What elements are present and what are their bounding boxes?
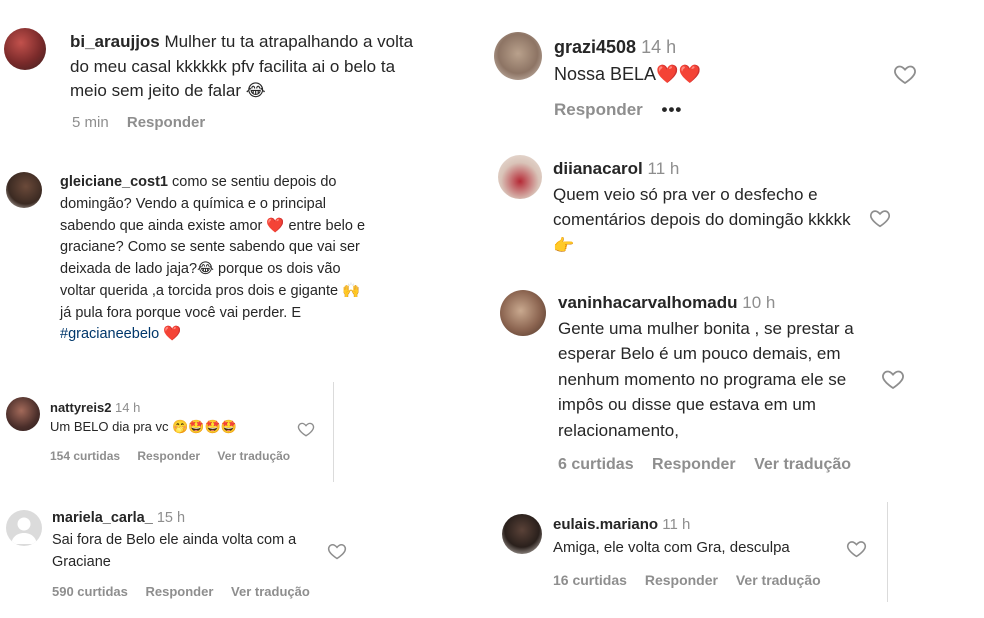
more-options-button[interactable]: ••• [662, 100, 683, 119]
comment-text: Gente uma mulher bonita , se prestar a e… [558, 318, 854, 440]
comment-time: 10 h [742, 293, 776, 312]
reply-button[interactable]: Responder [645, 572, 718, 588]
comment-time: 5 min [72, 114, 109, 131]
thread-divider [887, 502, 888, 602]
comment-meta: 5 min Responder [72, 114, 219, 131]
reply-button[interactable]: Responder [146, 584, 214, 599]
comment-meta: 6 curtidas Responder Ver tradução [558, 456, 865, 474]
heart-emoji: ❤️ [163, 326, 182, 343]
heart-outline-icon[interactable] [869, 207, 891, 229]
reply-button[interactable]: Responder [137, 449, 200, 463]
avatar[interactable] [4, 28, 46, 70]
comment-text: Um BELO dia pra vc 🤭🤩🤩🤩 [50, 418, 237, 434]
comment-meta: 590 curtidas Responder Ver tradução [52, 584, 324, 599]
comment-meta: 154 curtidas Responder Ver tradução [50, 449, 304, 463]
likes-count[interactable]: 6 curtidas [558, 456, 634, 473]
avatar[interactable] [500, 290, 546, 336]
comment-username[interactable]: eulais.mariano [553, 516, 658, 533]
comment-username[interactable]: mariela_carla_ [52, 510, 153, 526]
comment-username[interactable]: nattyreis2 [50, 400, 111, 415]
comment-username[interactable]: gleiciane_cost1 [60, 174, 168, 190]
avatar[interactable] [502, 514, 542, 554]
avatar[interactable] [494, 32, 542, 80]
reply-button[interactable]: Responder [127, 114, 205, 131]
heart-outline-icon[interactable] [893, 62, 917, 86]
reply-button[interactable]: Responder [652, 456, 736, 473]
translate-button[interactable]: Ver tradução [754, 456, 851, 473]
default-avatar-icon[interactable] [6, 510, 42, 546]
heart-outline-icon[interactable] [881, 367, 905, 391]
avatar[interactable] [6, 397, 40, 431]
reply-button[interactable]: Responder [554, 100, 643, 119]
comment-meta: Responder ••• [554, 100, 696, 120]
comment-time: 14 h [641, 37, 677, 57]
comment-username[interactable]: grazi4508 [554, 37, 636, 57]
likes-count[interactable]: 16 curtidas [553, 572, 627, 588]
heart-outline-icon[interactable] [327, 541, 347, 561]
comment-username[interactable]: vaninhacarvalhomadu [558, 293, 738, 312]
translate-button[interactable]: Ver tradução [736, 572, 821, 588]
comment-text: Quem veio só pra ver o desfecho e coment… [553, 184, 851, 255]
comment-meta: 16 curtidas Responder Ver tradução [553, 572, 835, 588]
thread-divider [333, 382, 334, 482]
heart-outline-icon[interactable] [846, 538, 867, 559]
comment-text: como se sentiu depois do domingão? Vendo… [60, 174, 366, 321]
comment-text: Nossa BELA❤️❤️ [554, 64, 701, 84]
comment-time: 14 h [115, 400, 141, 415]
comment-time: 11 h [662, 516, 691, 533]
likes-count[interactable]: 590 curtidas [52, 584, 128, 599]
translate-button[interactable]: Ver tradução [217, 449, 290, 463]
translate-button[interactable]: Ver tradução [231, 584, 310, 599]
heart-outline-icon[interactable] [297, 420, 315, 438]
avatar[interactable] [498, 155, 542, 199]
comment-text: Amiga, ele volta com Gra, desculpa [553, 538, 790, 556]
comment-time: 11 h [647, 159, 680, 178]
comment-time: 15 h [156, 510, 186, 526]
comment-username[interactable]: bi_araujjos [70, 32, 160, 51]
comment-username[interactable]: diianacarol [553, 159, 643, 178]
hashtag-link[interactable]: #gracianeebelo [60, 326, 159, 342]
comment-text: Sai fora de Belo ele ainda volta com a G… [52, 531, 297, 570]
avatar[interactable] [6, 172, 42, 208]
likes-count[interactable]: 154 curtidas [50, 449, 120, 463]
